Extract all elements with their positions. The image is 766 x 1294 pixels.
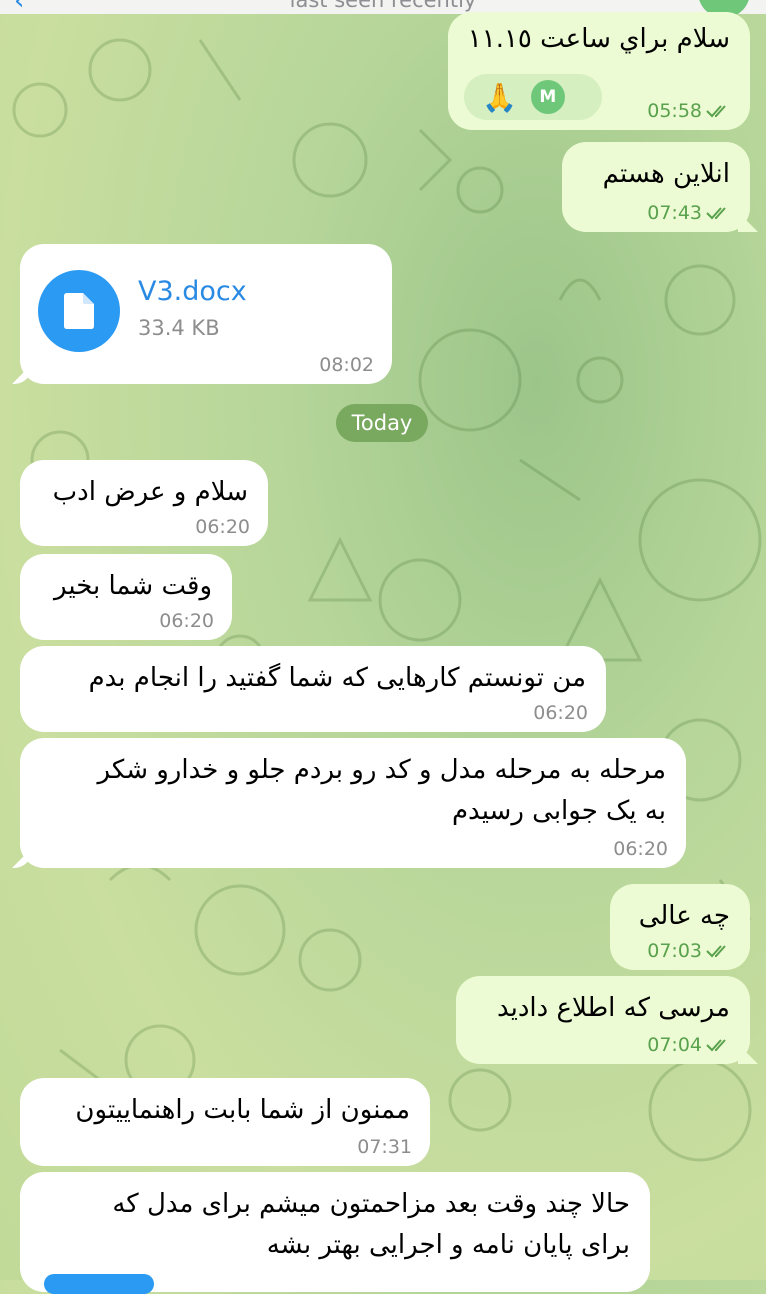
message-bubble-incoming[interactable]: سلام و عرض ادب 06:20 [20,460,268,546]
file-size: 33.4 KB [138,316,220,340]
file-name[interactable]: V3.docx [138,276,247,307]
double-check-icon [706,1039,726,1052]
file-message-bubble[interactable]: V3.docx 33.4 KB 08:02 [20,244,392,384]
message-text: مرسی که اطلاع دادید [496,993,730,1023]
double-check-icon [706,207,726,220]
message-time: 05:58 [647,100,732,122]
message-text: چه عالی [638,901,730,931]
message-text: سلام و عرض ادب [52,477,248,507]
message-text: به یک جوابی رسیدم [451,796,666,826]
message-time: 07:04 [647,1034,732,1056]
message-bubble-incoming[interactable]: وقت شما بخیر 06:20 [20,554,232,640]
message-time: 07:03 [647,940,732,962]
message-bubble-incoming[interactable]: من تونستم کارهایی که شما گفتید را انجام … [20,646,606,732]
reaction-bar[interactable]: 🙏 M [464,74,602,120]
document-icon[interactable] [38,270,120,352]
message-bubble-incoming[interactable]: ممنون از شما بابت راهنماییتون 07:31 [20,1078,430,1166]
last-seen-status: last seen recently [289,0,477,12]
message-text: وقت شما بخیر [54,571,212,601]
message-bubble-incoming[interactable]: مرحله به مرحله مدل و کد رو بردم جلو و خد… [20,738,686,868]
message-text: حالا چند وقت بعد مزاحمتون میشم برای مدل … [112,1189,630,1219]
double-check-icon [706,945,726,958]
message-time: 06:20 [613,838,668,860]
message-text: برای پایان نامه و اجرایی بهتر بشه [266,1230,630,1260]
message-text: ممنون از شما بابت راهنماییتون [75,1095,410,1125]
message-bubble-outgoing[interactable]: انلاین هستم 07:43 [562,142,750,232]
message-time: 06:20 [533,702,588,724]
message-text: انلاین هستم [602,159,730,189]
message-time: 06:20 [195,516,250,538]
message-text: سلام براي ساعت ١١.١٥ [467,24,730,54]
message-time: 08:02 [319,354,374,376]
double-check-icon [706,105,726,118]
message-text: مرحله به مرحله مدل و کد رو بردم جلو و خد… [97,755,667,785]
message-bubble-outgoing[interactable]: چه عالی 07:03 [610,884,750,970]
reaction-avatar: M [530,80,565,114]
message-bubble-outgoing[interactable]: سلام براي ساعت ١١.١٥ 🙏 M 05:58 [448,12,750,130]
message-time: 07:31 [357,1136,412,1158]
date-separator: Today [336,404,428,442]
message-time: 07:43 [647,202,732,224]
message-bubble-outgoing[interactable]: مرسی که اطلاع دادید 07:04 [456,976,750,1064]
praying-hands-reaction: 🙏 [482,80,517,114]
file-button-partial[interactable] [44,1274,154,1294]
message-text: من تونستم کارهایی که شما گفتید را انجام … [88,663,586,693]
message-time: 06:20 [159,610,214,632]
